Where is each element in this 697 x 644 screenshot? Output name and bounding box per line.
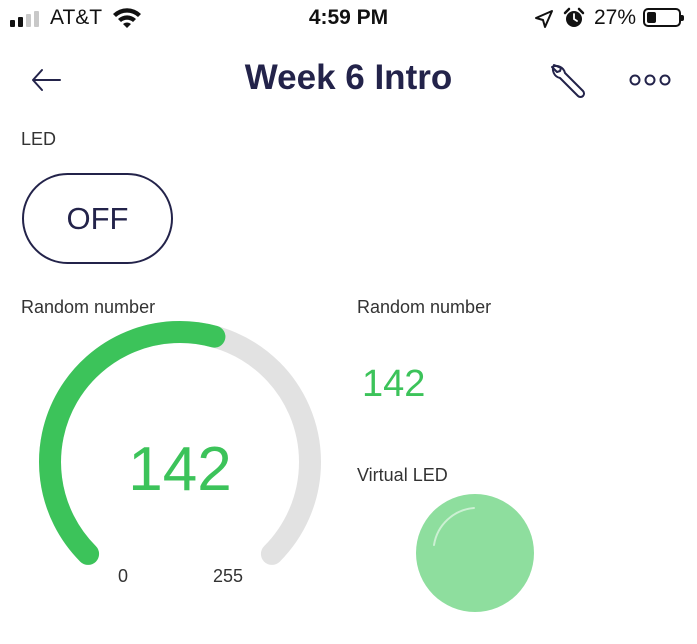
virtual-led-light — [416, 494, 534, 612]
more-options-icon[interactable] — [628, 73, 672, 87]
led-switch-button[interactable]: OFF — [22, 173, 173, 264]
clock-time: 4:59 PM — [308, 6, 389, 29]
led-label: LED — [21, 129, 57, 149]
led-switch-state: OFF — [66, 200, 129, 236]
battery-percent: 27% — [594, 6, 637, 29]
status-bar: AT&T 4:59 PM 27% — [0, 0, 697, 38]
gauge-value: 142 — [128, 435, 231, 504]
value-display: 142 — [362, 363, 426, 405]
gauge-widget: 142 0 255 — [39, 321, 321, 586]
page-title: Week 6 Intro — [244, 58, 453, 97]
virtual-led-indicator — [416, 494, 534, 612]
gauge-max-label: 255 — [213, 566, 243, 586]
value-display-label: Random number — [357, 297, 492, 317]
battery-icon — [643, 8, 684, 27]
alarm-icon — [563, 7, 585, 27]
wrench-icon[interactable] — [547, 60, 587, 100]
location-arrow-icon — [535, 10, 553, 28]
gauge-min-label: 0 — [118, 566, 128, 586]
gauge-label: Random number — [21, 297, 156, 317]
virtual-led-label: Virtual LED — [357, 465, 448, 485]
